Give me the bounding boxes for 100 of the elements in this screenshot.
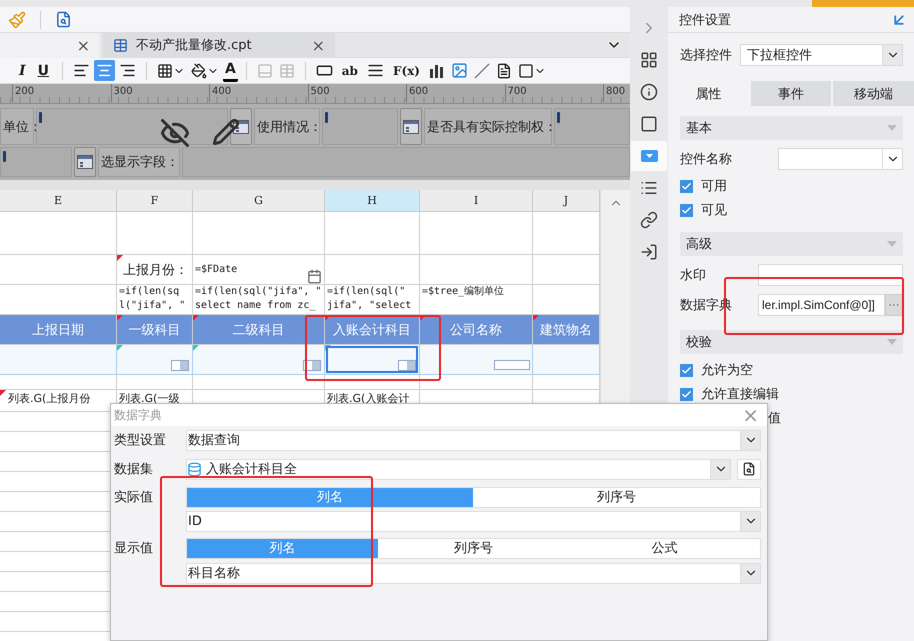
dictionary-field[interactable]: ler.impl.SimConf@0]] <box>758 294 885 316</box>
dialog-label: 数据集 <box>114 461 154 478</box>
align-left-icon <box>72 62 90 79</box>
column-header[interactable]: H <box>325 190 420 212</box>
dropdown-widget[interactable] <box>398 360 416 371</box>
section-header[interactable]: 校验 <box>680 330 903 354</box>
cell-text: 列表.G(一级 <box>118 391 180 406</box>
lines-icon <box>366 62 384 79</box>
bar-chart-icon <box>428 62 445 78</box>
cell-text: =$FDate <box>194 262 238 276</box>
select-field[interactable]: ID <box>186 510 761 532</box>
parameter-field[interactable] <box>554 108 630 145</box>
dialog-title: 数据字典 <box>114 406 162 424</box>
info-icon <box>640 83 658 101</box>
pencil-icon <box>212 118 240 146</box>
watermark-field[interactable] <box>758 264 903 286</box>
file-tab[interactable]: 不动产批量修改.cpt × <box>103 32 335 58</box>
link-icon <box>640 211 658 229</box>
close-button[interactable]: × <box>312 36 325 54</box>
parameter-field[interactable] <box>0 147 72 177</box>
widget-select[interactable]: 下拉框控件 <box>740 44 903 66</box>
underline-button[interactable]: U <box>32 62 54 78</box>
file-tab[interactable]: × <box>0 32 100 58</box>
image-icon <box>450 62 468 79</box>
dropdown-widget[interactable] <box>171 360 189 371</box>
field-label: 控件名称 <box>680 151 733 168</box>
checkbox-label: 允许直接编辑 <box>701 386 779 403</box>
widget-icon <box>77 155 93 169</box>
table-cell <box>533 255 600 285</box>
column-header[interactable]: I <box>420 190 533 212</box>
widget-button[interactable] <box>230 108 252 145</box>
ruler-number: 300 <box>110 84 209 102</box>
checkbox-label: 可用 <box>701 178 727 195</box>
text-widget[interactable] <box>494 360 530 370</box>
parameter-label: 单位： <box>0 108 34 145</box>
table-icon <box>278 62 295 78</box>
column-header-text: 建筑物名 <box>539 322 593 338</box>
preview-button[interactable] <box>737 458 761 480</box>
square-icon <box>518 62 534 78</box>
panel-icon <box>256 62 273 78</box>
checkbox-label: 值 <box>768 410 781 427</box>
ruler-number: 700 <box>504 84 603 102</box>
sheet-icon <box>113 38 128 52</box>
column-header[interactable]: F <box>117 190 193 212</box>
parameter-label: 选显示字段： <box>98 147 180 177</box>
cell-text: 上报月份： <box>122 262 189 278</box>
column-header[interactable]: G <box>193 190 325 212</box>
document-icon <box>496 62 512 78</box>
checkbox-label: 允许为空 <box>701 362 753 379</box>
ruler-number: 500 <box>308 84 406 102</box>
checkbox[interactable] <box>680 388 693 400</box>
slash-button[interactable] <box>472 60 492 80</box>
formula-text: =if(len(sq l("jifa", " <box>118 285 186 313</box>
section-title: 高级 <box>686 236 712 253</box>
align-center-icon <box>96 62 113 79</box>
select-field[interactable]: 科目名称 <box>186 562 761 584</box>
column-header[interactable]: J <box>533 190 600 212</box>
import-icon <box>640 243 658 261</box>
parameter-label: 使用情况： <box>254 108 320 145</box>
cell-text: 列表.G(上报月份 <box>7 391 90 406</box>
field-label: 选择控件 <box>680 47 732 64</box>
column-header-text: 上报日期 <box>31 322 85 338</box>
collapse-icon <box>887 339 897 345</box>
checkbox[interactable] <box>680 364 693 376</box>
formula-text: =$tree_编制单位 <box>421 285 504 299</box>
cell-text: 列表.G(入账会计 <box>326 391 410 406</box>
checkbox[interactable] <box>680 204 693 216</box>
insert-text-button[interactable]: F(x) <box>388 64 425 78</box>
dialog-label: 实际值 <box>114 489 154 506</box>
parameter-field[interactable] <box>36 108 228 145</box>
select-field[interactable]: 数据查询 <box>186 430 761 450</box>
section-title: 基本 <box>686 120 712 137</box>
column-header-text: 入账会计科目 <box>332 322 412 338</box>
collapse-icon <box>887 241 897 247</box>
browse-button[interactable]: ··· <box>885 294 903 316</box>
dataset-select[interactable]: 入账会计科目全 <box>186 458 731 480</box>
database-icon <box>187 462 202 476</box>
checkbox-label: 可见 <box>701 202 727 219</box>
parameter-field[interactable] <box>322 108 398 145</box>
panel-tab[interactable]: 移动端 <box>833 81 914 106</box>
dropdown-icon <box>640 150 658 162</box>
section-header[interactable]: 高级 <box>680 232 903 256</box>
insert-text-button[interactable]: ab <box>336 64 363 78</box>
widget-icon <box>403 120 419 134</box>
dialog-label: 显示值 <box>114 540 154 557</box>
panel-tab[interactable]: 事件 <box>750 81 832 106</box>
calendar-icon <box>307 269 322 284</box>
check-icon <box>681 180 692 192</box>
column-header[interactable]: E <box>0 190 117 212</box>
widget-button[interactable] <box>74 147 96 177</box>
grid-icon <box>156 62 173 78</box>
list-icon <box>640 179 658 197</box>
text-search-icon[interactable] <box>55 11 72 28</box>
section-header[interactable]: 基本 <box>680 116 903 140</box>
align-right-icon <box>118 62 136 79</box>
close-button[interactable]: × <box>76 36 90 54</box>
parameter-field[interactable] <box>182 147 630 177</box>
checkbox[interactable] <box>680 180 693 192</box>
widget-button[interactable] <box>400 108 422 145</box>
italic-button[interactable]: I <box>14 62 31 78</box>
